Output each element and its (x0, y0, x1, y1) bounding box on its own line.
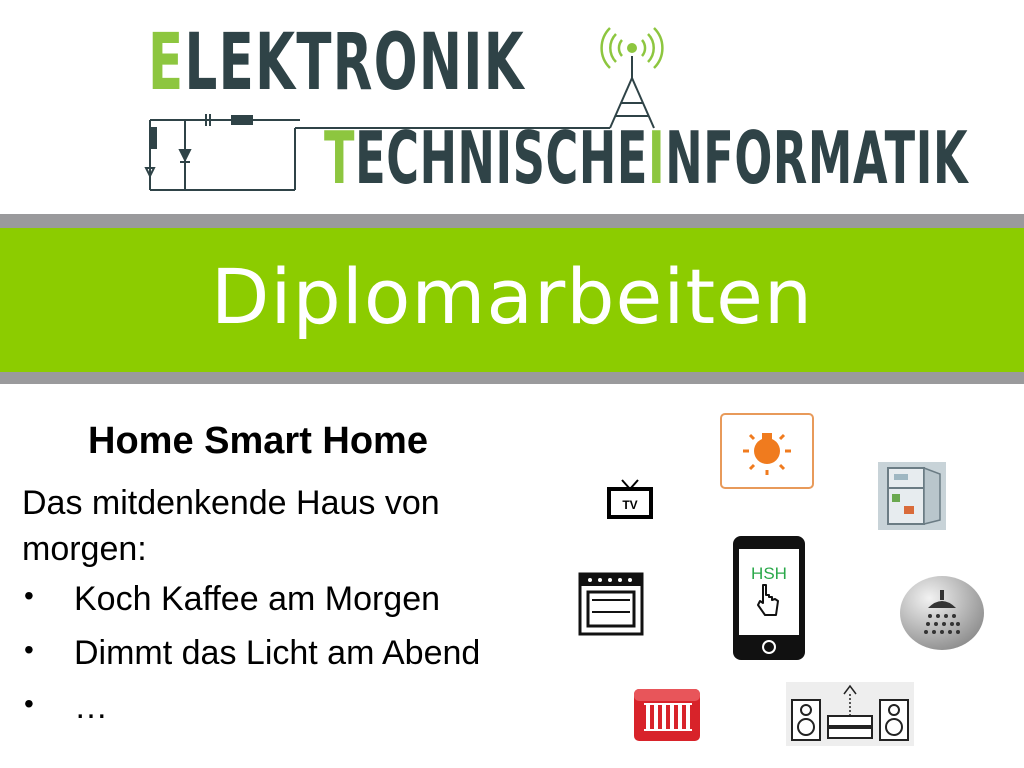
intro-text: Das mitdenkende Haus von morgen: (22, 484, 440, 568)
list-item: • Koch Kaffee am Morgen (22, 580, 480, 634)
list-item-text: Koch Kaffee am Morgen (74, 580, 441, 618)
bullet-marker: • (24, 688, 34, 719)
banner-top-stripe (0, 214, 1024, 228)
fridge-icon (878, 462, 946, 530)
list-item-text: … (74, 688, 108, 726)
logo-word-elektronik: ELEKTRONIK (148, 18, 525, 108)
list-item: •… (22, 688, 480, 742)
light-bulb-icon (720, 413, 814, 489)
logo-word-technische-informatik: TECHNISCHEINFORMATIK (324, 116, 969, 200)
section-title: Home Smart Home (88, 420, 428, 462)
stove-icon (578, 572, 644, 636)
bullet-list: • Koch Kaffee am Morgen • Dimmt das Licht … (22, 580, 480, 742)
bullet-marker: • (24, 634, 34, 665)
radiator-icon (634, 689, 700, 741)
shower-icon (900, 576, 984, 650)
stereo-icon (786, 682, 914, 746)
smartphone-icon: HSH (733, 536, 805, 660)
banner-title: Diplomarbeiten (210, 252, 814, 341)
logo: ELEKTRONIK TECHNISCHEINFORMATIK (140, 18, 968, 198)
tv-icon: TV (607, 479, 653, 519)
bullet-marker: • (24, 580, 34, 611)
list-item: • Dimmt das Licht am Abend (22, 634, 480, 688)
tv-label: TV (622, 498, 637, 512)
phone-app-label: HSH (751, 564, 787, 583)
list-item-text: Dimmt das Licht am Abend (74, 634, 481, 672)
banner-bottom-stripe (0, 372, 1024, 384)
